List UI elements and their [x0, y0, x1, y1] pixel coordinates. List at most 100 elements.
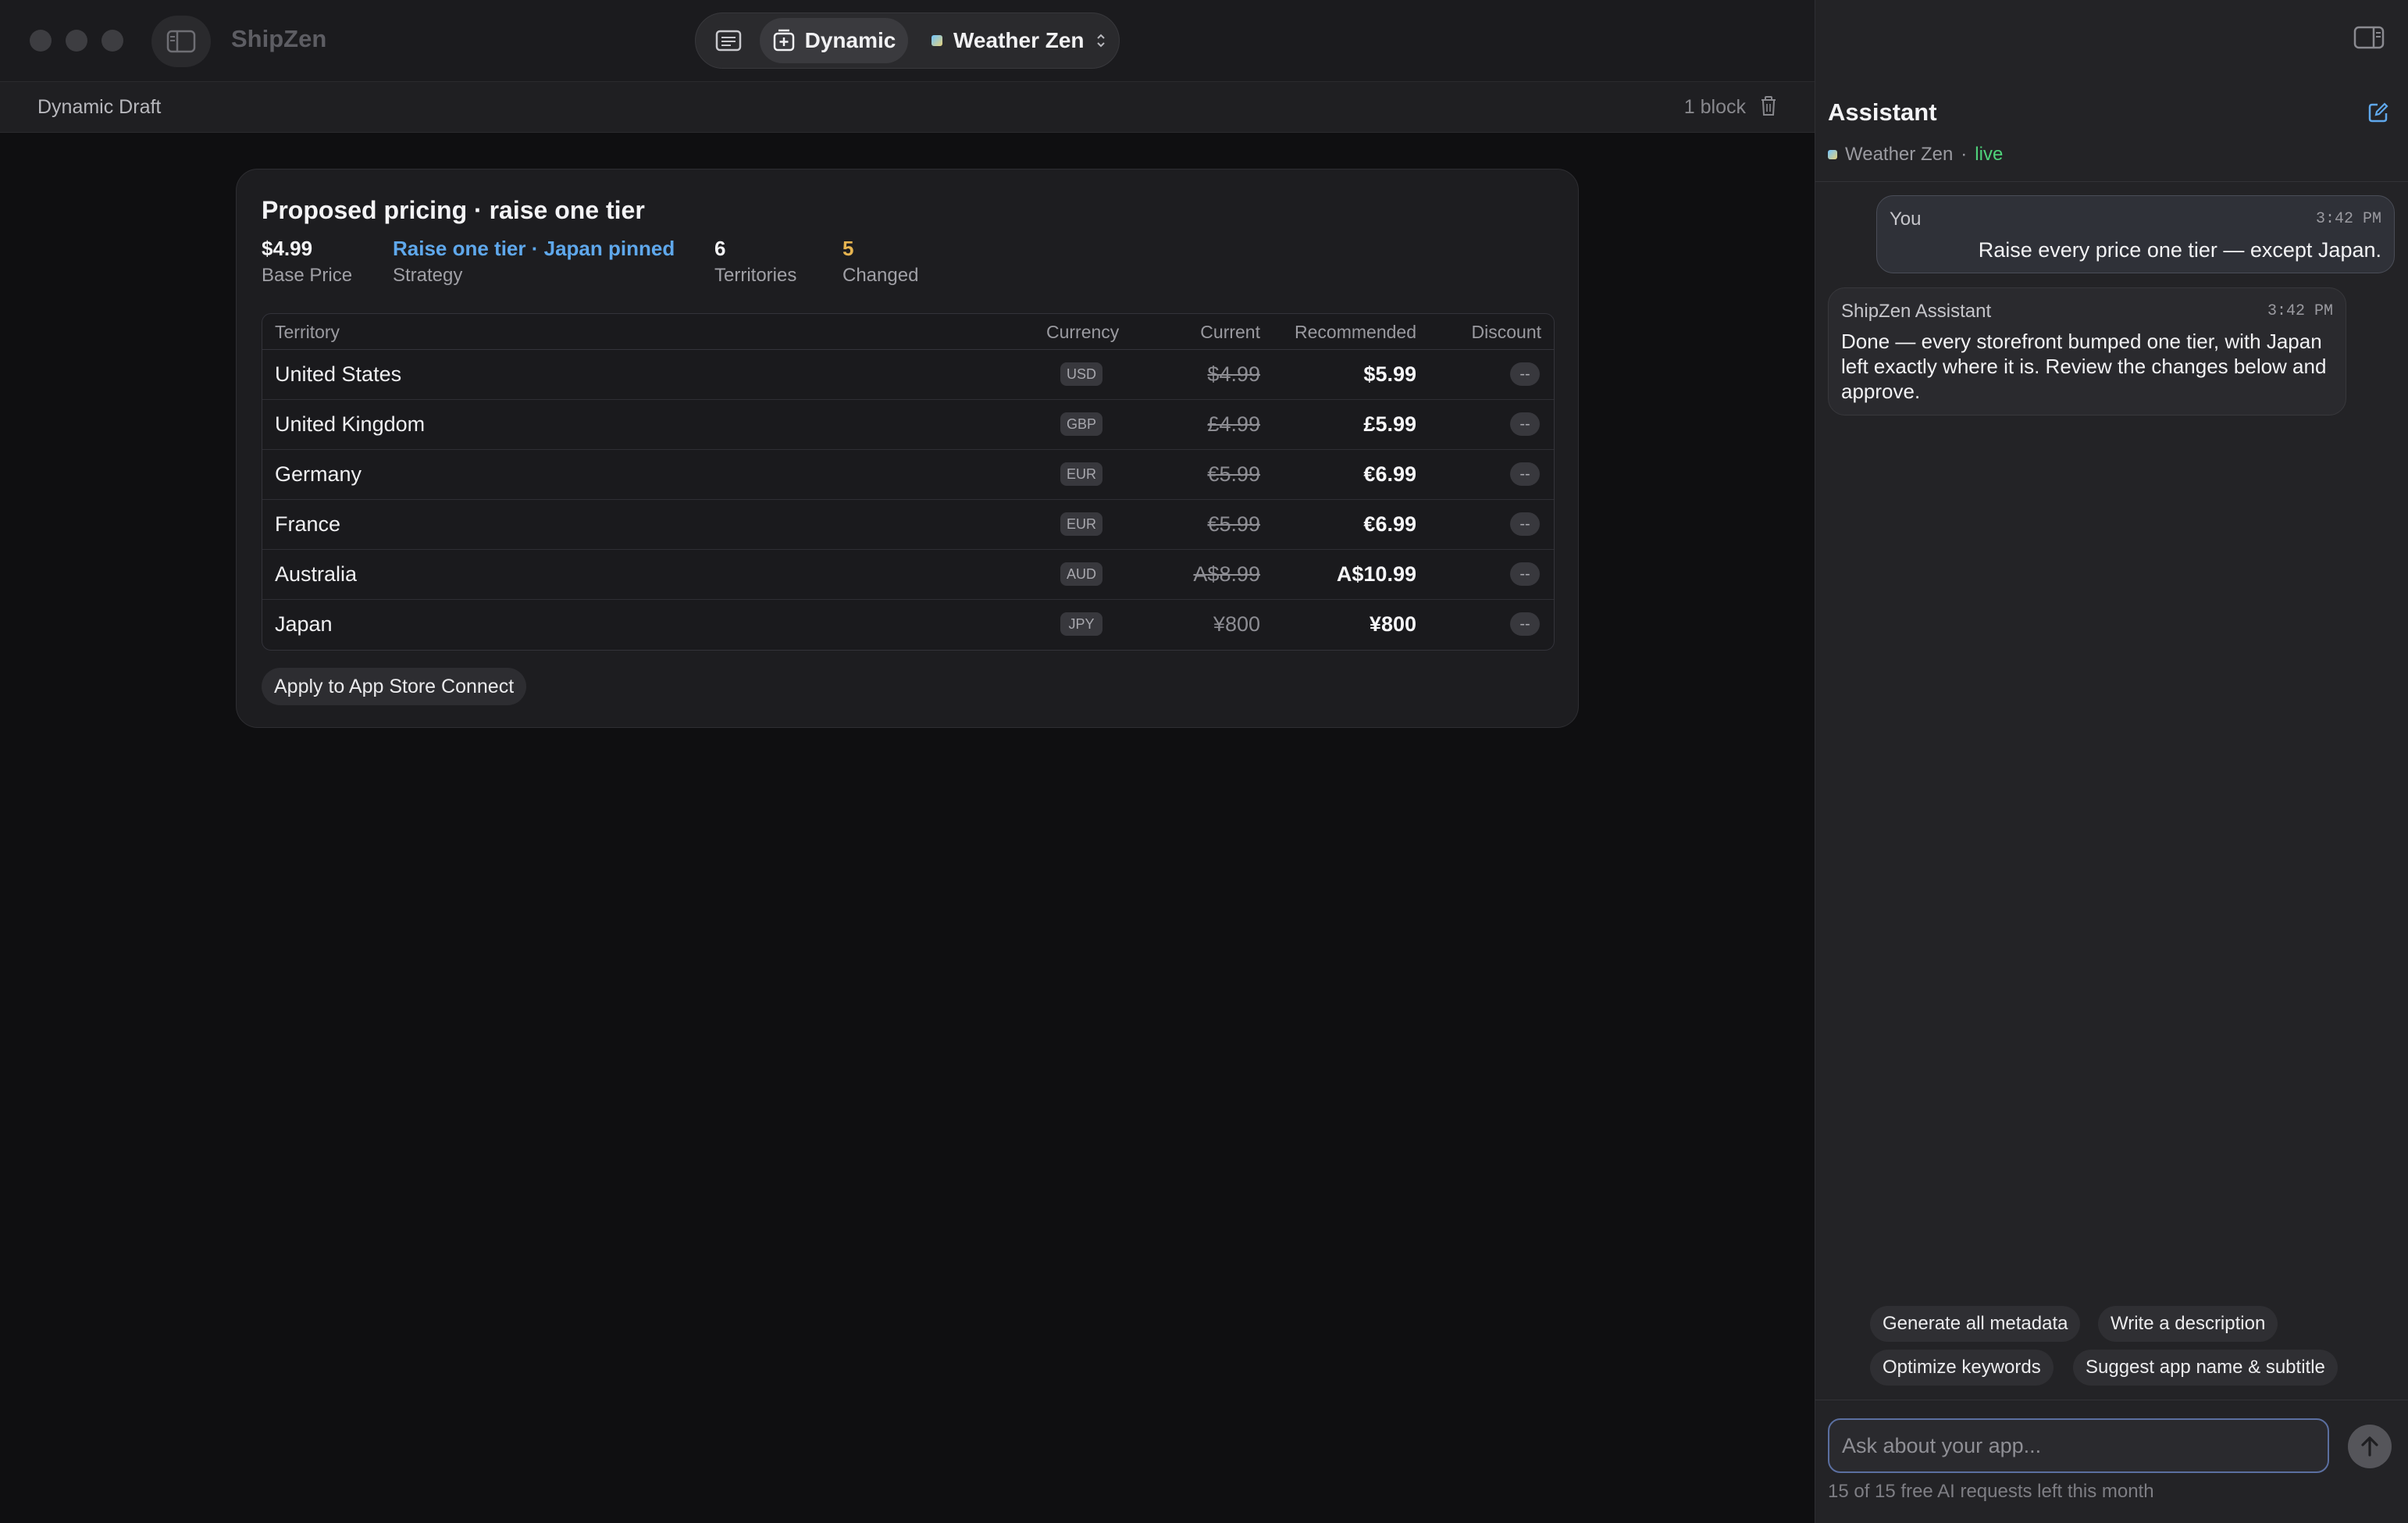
view-switcher: Dynamic Weather Zen [695, 12, 1120, 69]
stat-value: 6 [714, 237, 726, 260]
zoom-window-button[interactable] [102, 30, 123, 52]
draft-bar: Dynamic Draft 1 block [0, 81, 1815, 133]
assistant-message: ShipZen Assistant 3:42 PM Done — every s… [1828, 287, 2346, 416]
current-price-cell: €5.99 [1207, 462, 1260, 486]
stat-base-price: $4.99 Base Price [262, 237, 352, 287]
recommended-price-cell: A$10.99 [1336, 562, 1416, 586]
stat-territories: 6 Territories [714, 237, 796, 287]
card-title: Proposed pricing · raise one tier [262, 196, 645, 224]
suggestion-write-description[interactable]: Write a description [2098, 1306, 2278, 1342]
stat-label: Territories [714, 265, 797, 286]
assistant-title: Assistant [1828, 98, 1937, 126]
app-selector-label: Weather Zen [953, 28, 1085, 52]
message-text: Done — every storefront bumped one tier,… [1841, 330, 2327, 403]
pricing-table: Territory Currency Current Recommended D… [262, 313, 1555, 651]
column-header-territory: Territory [275, 322, 340, 342]
minimize-window-button[interactable] [66, 30, 87, 52]
panel-right-icon[interactable] [2353, 25, 2385, 50]
stat-value: Raise one tier · Japan pinned [393, 237, 675, 260]
message-author: ShipZen Assistant [1841, 301, 1992, 322]
table-row: United Kingdom GBP £4.99 £5.99 -- [262, 400, 1554, 450]
dynamic-view-button[interactable]: Dynamic [760, 18, 908, 63]
apply-to-app-store-connect-button[interactable]: Apply to App Store Connect [262, 668, 527, 705]
chevron-updown-icon [1096, 34, 1105, 48]
table-row: France EUR €5.99 €6.99 -- [262, 500, 1554, 550]
territory-cell: France [275, 512, 341, 536]
territory-cell: United States [275, 362, 402, 386]
assistant-context: Weather Zen · live [1828, 144, 2003, 166]
stat-value: $4.99 [262, 237, 313, 260]
stat-value: 5 [842, 237, 854, 260]
column-header-discount: Discount [1471, 322, 1541, 342]
stat-changed: 5 Changed [842, 237, 918, 287]
column-header-current: Current [1200, 322, 1260, 342]
recommended-price-cell: €6.99 [1363, 462, 1416, 486]
current-price-cell: A$8.99 [1193, 562, 1260, 586]
recommended-price-cell: ¥800 [1369, 612, 1416, 636]
title-bar: ShipZen Dynamic Weather Zen [0, 0, 1815, 81]
stat-label: Changed [842, 265, 919, 286]
discount-badge: -- [1510, 412, 1540, 436]
dynamic-icon [773, 29, 794, 52]
territory-cell: Australia [275, 562, 358, 586]
app-name: ShipZen [231, 25, 327, 52]
draft-title: Dynamic Draft [37, 96, 162, 118]
table-row: Japan JPY ¥800 ¥800 -- [262, 600, 1554, 650]
quota-text: 15 of 15 free AI requests left this mont… [1828, 1481, 2154, 1502]
current-price-cell: $4.99 [1207, 362, 1260, 386]
recommended-price-cell: $5.99 [1363, 362, 1416, 386]
message-time: 3:42 PM [2267, 302, 2333, 320]
current-price-cell: £4.99 [1207, 412, 1260, 436]
discount-badge: -- [1510, 462, 1540, 486]
discount-badge: -- [1510, 512, 1540, 536]
live-status: live [1975, 144, 2004, 165]
territory-cell: Germany [275, 462, 362, 486]
table-row: United States USD $4.99 $5.99 -- [262, 350, 1554, 400]
document-view-button[interactable] [704, 20, 753, 62]
user-message: You 3:42 PM Raise every price one tier —… [1876, 195, 2395, 273]
message-author: You [1890, 209, 1922, 230]
stat-strategy: Raise one tier · Japan pinned Strategy [393, 237, 675, 287]
currency-badge: EUR [1060, 462, 1102, 486]
app-icon [931, 35, 942, 46]
currency-badge: AUD [1060, 562, 1102, 586]
sidebar-icon [166, 30, 196, 53]
suggestion-optimize-keywords[interactable]: Optimize keywords [1870, 1350, 2054, 1386]
discount-badge: -- [1510, 562, 1540, 586]
territory-cell: Japan [275, 612, 333, 636]
suggestion-app-name-subtitle[interactable]: Suggest app name & subtitle [2073, 1350, 2338, 1386]
chat-input[interactable] [1828, 1418, 2329, 1473]
currency-badge: EUR [1060, 512, 1102, 536]
assistant-panel: Assistant Weather Zen · live You 3:42 PM… [1815, 0, 2408, 1523]
assistant-app-name: Weather Zen [1845, 144, 1954, 165]
stat-label: Strategy [393, 265, 463, 286]
currency-badge: JPY [1060, 612, 1102, 636]
discount-badge: -- [1510, 612, 1540, 636]
compose-icon[interactable] [2367, 102, 2389, 123]
close-window-button[interactable] [30, 30, 52, 52]
app-selector[interactable]: Weather Zen [931, 18, 1113, 63]
separator: · [1961, 144, 1968, 165]
table-row: Germany EUR €5.99 €6.99 -- [262, 450, 1554, 500]
suggestion-generate-metadata[interactable]: Generate all metadata [1870, 1306, 2081, 1342]
recommended-price-cell: £5.99 [1363, 412, 1416, 436]
column-header-currency: Currency [1046, 322, 1120, 342]
app-icon [1828, 150, 1837, 159]
stat-label: Base Price [262, 265, 353, 286]
discount-badge: -- [1510, 362, 1540, 386]
send-button[interactable] [2348, 1425, 2392, 1468]
app-window: ShipZen Dynamic Weather Zen Dynamic Draf… [0, 0, 2408, 1523]
table-row: Australia AUD A$8.99 A$10.99 -- [262, 550, 1554, 600]
trash-icon[interactable] [1760, 96, 1777, 116]
currency-badge: GBP [1060, 412, 1102, 436]
recommended-price-cell: €6.99 [1363, 512, 1416, 536]
column-header-recommended: Recommended [1295, 322, 1416, 342]
divider [1815, 181, 2408, 182]
sidebar-toggle-button[interactable] [151, 16, 211, 67]
pricing-card: Proposed pricing · raise one tier $4.99 … [236, 169, 1579, 728]
current-price-cell: €5.99 [1207, 512, 1260, 536]
message-text: Raise every price one tier — except Japa… [1978, 238, 2381, 262]
territory-cell: United Kingdom [275, 412, 426, 436]
dynamic-view-label: Dynamic [804, 28, 896, 52]
currency-badge: USD [1060, 362, 1102, 386]
